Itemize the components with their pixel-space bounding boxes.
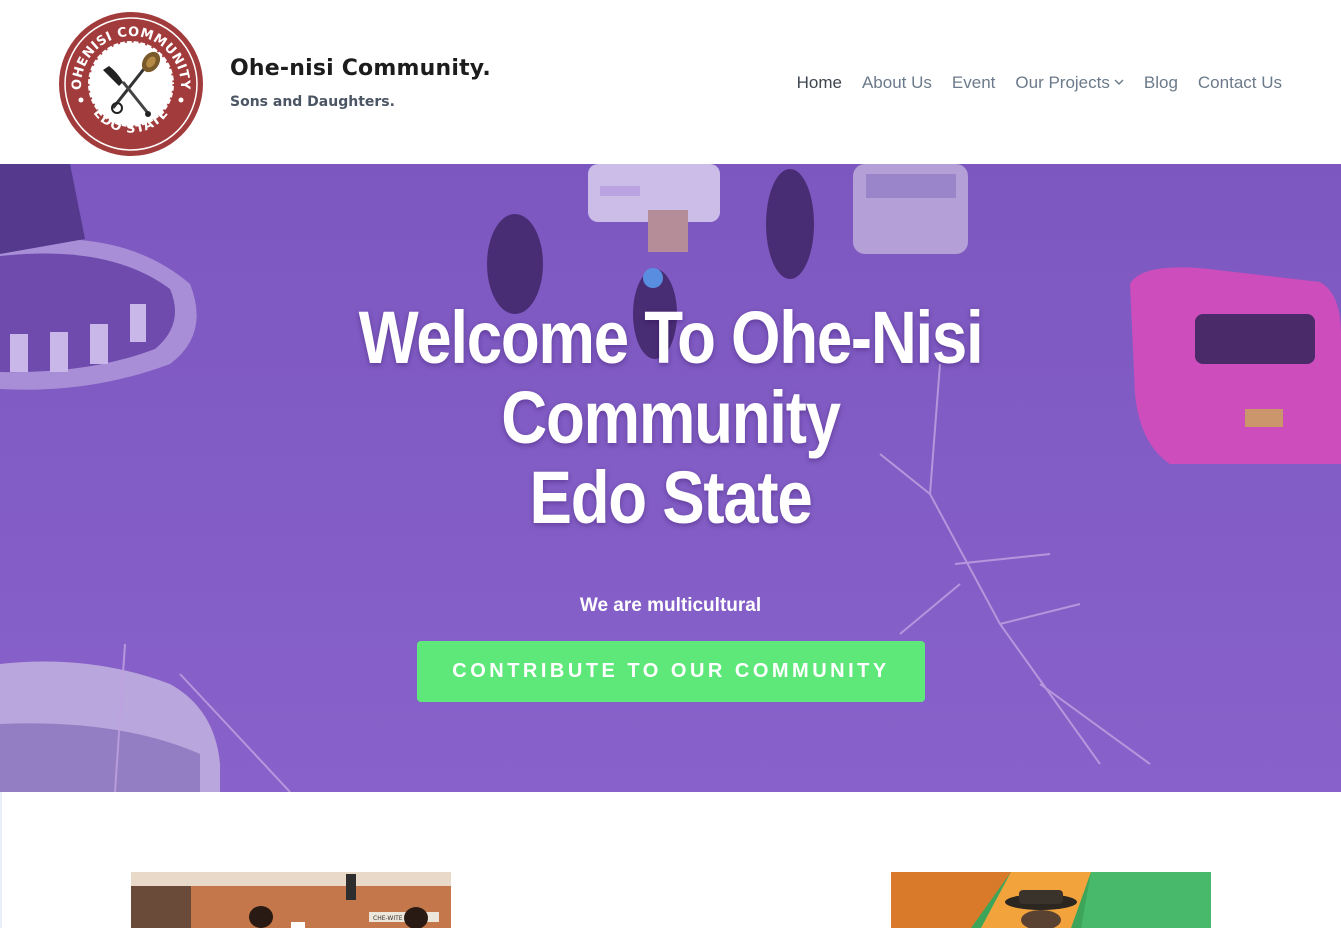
main-nav: Home About Us Event Our Projects Blog Co… bbox=[797, 73, 1282, 93]
chevron-down-icon bbox=[1114, 79, 1124, 85]
nav-item-our-projects[interactable]: Our Projects bbox=[1015, 73, 1124, 93]
gallery-sign-text: CHE-WITE bbox=[373, 915, 403, 922]
nav-item-blog[interactable]: Blog bbox=[1144, 73, 1178, 93]
nav-item-event[interactable]: Event bbox=[952, 73, 995, 93]
hero-subtitle: We are multicultural bbox=[579, 595, 762, 616]
nav-item-home[interactable]: Home bbox=[797, 73, 842, 93]
gallery-photo-right bbox=[891, 872, 1211, 928]
nav-item-contact-us[interactable]: Contact Us bbox=[1198, 73, 1282, 93]
nav-item-about-us[interactable]: About Us bbox=[862, 73, 932, 93]
site-title[interactable]: Ohe-nisi Community. bbox=[230, 56, 491, 81]
hero-title: Welcome To Ohe-Nisi Community Edo State bbox=[94, 298, 1247, 538]
site-header: OHENISI COMMUNITY EDO STATE Ohe-nisi Com… bbox=[0, 0, 1341, 164]
hero-banner: Welcome To Ohe-Nisi Community Edo State … bbox=[0, 164, 1341, 792]
site-tagline: Sons and Daughters. bbox=[230, 94, 395, 110]
hero-title-line-3: Edo State bbox=[529, 456, 813, 539]
gallery-photo-left: CHE-WITE bbox=[131, 872, 451, 928]
hero-title-line-2: Community bbox=[501, 376, 841, 459]
community-logo[interactable]: OHENISI COMMUNITY EDO STATE bbox=[53, 8, 209, 160]
gallery-image-left[interactable]: CHE-WITE bbox=[131, 872, 451, 928]
hero-title-line-1: Welcome To Ohe-Nisi bbox=[358, 296, 984, 379]
nav-item-our-projects-label: Our Projects bbox=[1015, 73, 1110, 92]
gallery-image-right[interactable] bbox=[891, 872, 1211, 928]
contribute-button[interactable]: CONTRIBUTE TO OUR COMMUNITY bbox=[417, 641, 925, 702]
